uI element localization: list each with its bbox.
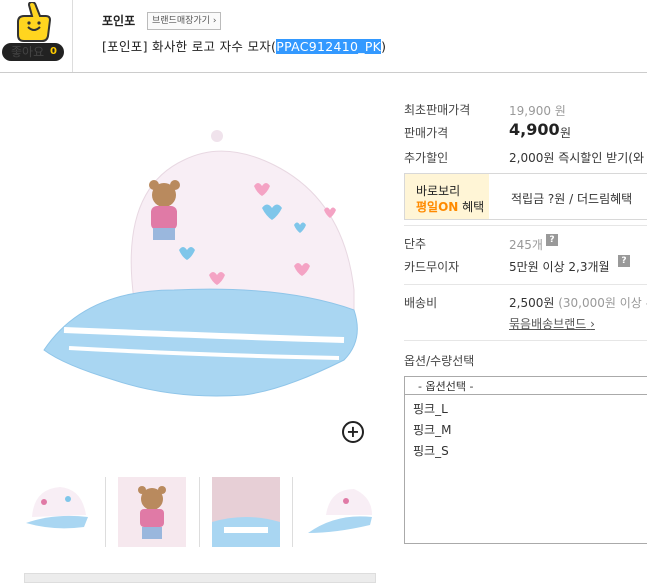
thumbnail-strip — [24, 477, 374, 549]
image-footer-bar — [24, 573, 376, 583]
brand-shop-label: 브랜드매장가기 — [152, 16, 210, 26]
section-divider — [404, 340, 647, 341]
section-divider — [404, 225, 647, 226]
section-divider — [404, 284, 647, 285]
sale-price-label: 판매가격 — [404, 126, 449, 140]
card-interest-label: 카드무이자 — [404, 260, 460, 274]
bundle-link-label: 묶음배송브랜드 — [509, 317, 587, 331]
thumbnail-divider — [292, 477, 293, 547]
zoom-in-icon[interactable]: + — [342, 421, 364, 443]
original-price-value: 19,900 원 — [509, 104, 566, 118]
brand-name[interactable]: 포인포 — [102, 12, 135, 29]
chevron-right-icon: › — [212, 16, 217, 26]
thumbs-up-icon — [17, 2, 52, 42]
thumbnail-1[interactable] — [24, 477, 92, 547]
unit-label: 단추 — [404, 237, 427, 251]
help-icon[interactable]: ? — [546, 234, 558, 246]
shipping-value: 2,500원 — [509, 296, 555, 310]
extra-discount-value[interactable]: 2,000원 즉시할인 받기(와 — [509, 149, 644, 166]
product-image[interactable] — [24, 90, 374, 450]
product-code: PPAC912410_PK — [276, 39, 382, 54]
title-prefix: [포인포] 화사한 로고 자수 모자( — [102, 39, 277, 54]
thumbnail-divider — [105, 477, 106, 547]
like-badge[interactable]: 좋아요 0 — [2, 43, 64, 61]
promo-line2: 평일ON 혜택 — [416, 198, 484, 215]
extra-discount-label: 추가할인 — [404, 151, 449, 165]
header-divider — [72, 0, 73, 72]
like-label: 좋아요 — [11, 45, 45, 59]
shipping-fee: 2,500원 (30,000원 이상 무 — [509, 294, 647, 311]
card-interest-value: 5만원 이상 2,3개월 — [509, 260, 610, 274]
option-item[interactable]: 핑크_S — [413, 442, 449, 459]
promo-line2-rest: 혜택 — [458, 200, 485, 214]
header-separator — [0, 72, 647, 73]
thumbnail-3[interactable] — [212, 477, 280, 547]
like-widget[interactable]: 좋아요 0 — [0, 0, 70, 68]
option-select-placeholder: - 옵션선택 - — [418, 380, 474, 393]
promo-badge: 바로보리 평일ON 혜택 — [405, 174, 489, 219]
original-price-label: 최초판매가격 — [404, 103, 471, 117]
option-list[interactable]: 핑크_L 핑크_M 핑크_S — [404, 393, 647, 544]
sale-price-value: 4,900 — [509, 120, 560, 139]
option-item[interactable]: 핑크_L — [413, 400, 448, 417]
promo-box: 바로보리 평일ON 혜택 적립금 ?원 / 더드림혜택 — [404, 173, 647, 220]
product-title: [포인포] 화사한 로고 자수 모자(PPAC912410_PK) — [102, 36, 386, 55]
thumbnail-divider — [199, 477, 200, 547]
promo-accent: 평일ON — [416, 200, 459, 214]
unit-value: 245개 — [509, 238, 543, 252]
like-count: 0 — [50, 46, 57, 57]
options-label: 옵션/수량선택 — [404, 354, 475, 368]
thumbnail-4[interactable] — [306, 477, 374, 547]
promo-text: 적립금 ?원 / 더드림혜택 — [511, 192, 633, 206]
help-icon[interactable]: ? — [618, 255, 630, 267]
sale-price-unit: 원 — [560, 126, 572, 140]
chevron-right-icon: › — [590, 317, 595, 331]
bundle-shipping-link[interactable]: 묶음배송브랜드 › — [509, 315, 595, 332]
brand-shop-button[interactable]: 브랜드매장가기 › — [147, 12, 222, 30]
promo-line1: 바로보리 — [416, 184, 461, 198]
option-item[interactable]: 핑크_M — [413, 421, 451, 438]
shipping-label: 배송비 — [404, 296, 438, 310]
shipping-note: (30,000원 이상 무 — [558, 296, 647, 310]
title-suffix: ) — [381, 39, 387, 54]
thumbnail-2[interactable] — [118, 477, 186, 547]
